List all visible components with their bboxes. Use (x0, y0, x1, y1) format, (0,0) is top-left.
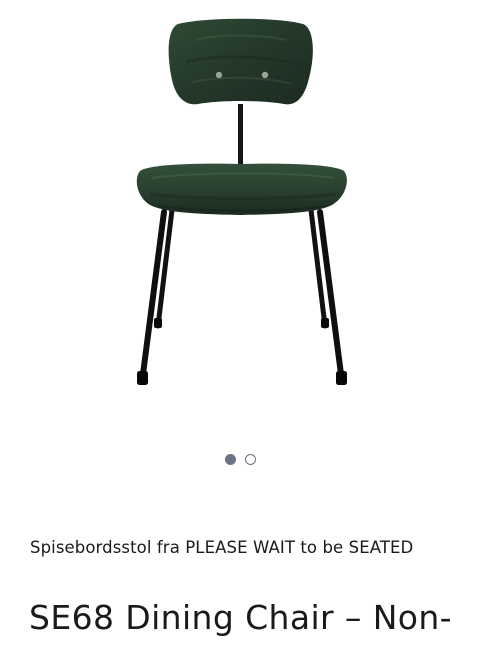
chair-backrest (168, 18, 313, 105)
carousel-dot-1[interactable] (224, 454, 236, 465)
chair-seat (136, 163, 347, 215)
product-subtitle: Spisebordsstol fra PLEASE WAIT to be SEA… (30, 538, 414, 557)
product-image[interactable] (0, 0, 480, 430)
chair-rear-legs (154, 207, 329, 329)
image-carousel-dots (0, 454, 480, 468)
product-title: SE68 Dining Chair – Non- (29, 598, 452, 637)
carousel-dot-2[interactable] (244, 454, 256, 465)
